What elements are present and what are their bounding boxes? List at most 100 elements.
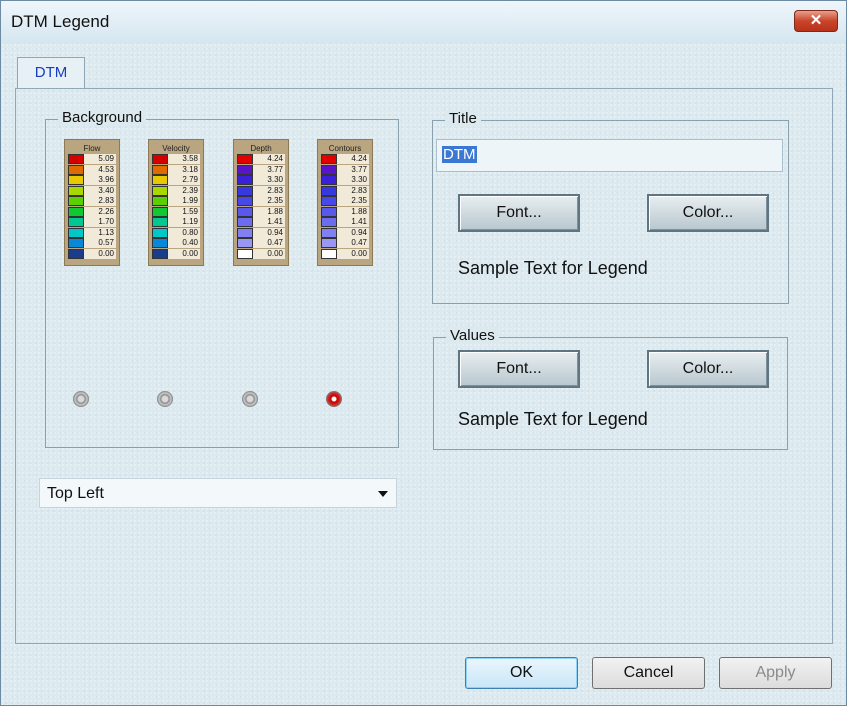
legend-swatch [152, 164, 168, 175]
legend-preview-row: 3.77 [321, 164, 369, 176]
legend-swatch [152, 227, 168, 238]
legend-preview-row: 2.39 [152, 185, 200, 197]
legend-value: 0.80 [168, 227, 200, 238]
legend-swatch [152, 238, 168, 249]
legend-value: 1.70 [84, 217, 116, 228]
legend-swatch [68, 238, 84, 249]
legend-radio-flow[interactable] [73, 391, 89, 407]
legend-radio-depth[interactable] [242, 391, 258, 407]
legend-value: 2.83 [84, 196, 116, 207]
legend-preview-row: 1.41 [321, 217, 369, 228]
legend-preview-row: 0.94 [237, 227, 285, 239]
ok-button-label: OK [509, 664, 534, 681]
legend-value: 3.77 [337, 164, 369, 175]
legend-preview-row: 4.24 [321, 154, 369, 165]
legend-preview-row: 0.57 [68, 238, 116, 249]
apply-button-label: Apply [755, 664, 796, 681]
legend-swatch [68, 175, 84, 186]
legend-preview-row: 0.40 [152, 238, 200, 249]
values-font-button-label: Font... [496, 360, 542, 377]
legend-preview-row: 2.83 [237, 185, 285, 197]
legend-value: 4.24 [253, 154, 285, 165]
ok-button[interactable]: OK [465, 657, 578, 689]
legend-swatch [152, 175, 168, 186]
apply-button[interactable]: Apply [719, 657, 832, 689]
legend-swatch [68, 227, 84, 238]
legend-preview-row: 3.40 [68, 185, 116, 197]
legend-swatch [152, 248, 168, 259]
legend-value: 2.83 [337, 185, 369, 196]
legend-swatch [237, 238, 253, 249]
legend-value: 1.99 [168, 196, 200, 207]
title-input-value: DTM [442, 146, 477, 163]
tab-label: DTM [34, 64, 68, 81]
values-sample-text: Sample Text for Legend [458, 409, 648, 429]
legend-swatch [68, 164, 84, 175]
title-color-button[interactable]: Color... [647, 194, 769, 232]
legend-value: 3.18 [168, 164, 200, 175]
legend-swatch [237, 248, 253, 259]
close-button[interactable]: ✕ [794, 10, 838, 32]
legend-value: 0.47 [253, 238, 285, 249]
legend-swatch [321, 206, 337, 217]
legend-value: 5.09 [84, 154, 116, 165]
legend-position-select[interactable]: Top Left [39, 478, 397, 508]
title-font-button-label: Font... [496, 204, 542, 221]
legend-value: 1.41 [253, 217, 285, 228]
legend-swatch [152, 185, 168, 196]
title-bar: DTM Legend ✕ [1, 1, 846, 44]
legend-swatch [237, 206, 253, 217]
legend-preview-row: 1.88 [321, 206, 369, 218]
title-font-button[interactable]: Font... [458, 194, 580, 232]
legend-preview-row: 2.35 [321, 196, 369, 207]
legend-preview-row: 0.47 [321, 238, 369, 249]
legend-preview-row: 0.00 [152, 248, 200, 260]
legend-preview-row: 3.77 [237, 164, 285, 176]
title-color-button-label: Color... [682, 204, 734, 221]
tab-dtm[interactable]: DTM [17, 57, 85, 89]
legend-swatch [321, 196, 337, 207]
title-input[interactable]: DTM [436, 139, 783, 172]
legend-value: 3.58 [168, 154, 200, 165]
legend-swatch [321, 217, 337, 228]
legend-value: 3.30 [253, 175, 285, 186]
legend-preview-row: 3.18 [152, 164, 200, 176]
legend-swatch [152, 154, 168, 165]
legend-swatch [321, 164, 337, 175]
legend-swatch [152, 196, 168, 207]
legend-preview-row: 1.19 [152, 217, 200, 228]
legend-value: 0.40 [168, 238, 200, 249]
legend-preview-row: 3.58 [152, 154, 200, 165]
legend-preview-row: 2.35 [237, 196, 285, 207]
legend-preview-row: 1.59 [152, 206, 200, 218]
legend-preview-row: 3.30 [321, 175, 369, 186]
legend-swatch [237, 227, 253, 238]
values-color-button-label: Color... [682, 360, 734, 377]
title-group-label: Title [445, 110, 481, 127]
values-group-label: Values [446, 327, 499, 344]
legend-preview-row: 0.00 [321, 248, 369, 260]
legend-preview-row: 2.83 [321, 185, 369, 197]
cancel-button[interactable]: Cancel [592, 657, 705, 689]
legend-preview-row: 5.09 [68, 154, 116, 165]
legend-value: 1.88 [337, 206, 369, 217]
legend-swatch [152, 217, 168, 228]
legend-value: 1.59 [168, 206, 200, 217]
legend-swatch [68, 206, 84, 217]
legend-preview-title: Velocity [162, 144, 190, 153]
chevron-down-icon [378, 491, 388, 497]
values-color-button[interactable]: Color... [647, 350, 769, 388]
legend-swatch [237, 164, 253, 175]
legend-swatch [237, 154, 253, 165]
legend-value: 1.19 [168, 217, 200, 228]
legend-radio-velocity[interactable] [157, 391, 173, 407]
legend-value: 0.47 [337, 238, 369, 249]
legend-preview-row: 0.00 [68, 248, 116, 260]
legend-radio-contours[interactable] [326, 391, 342, 407]
legend-swatch [237, 185, 253, 196]
values-font-button[interactable]: Font... [458, 350, 580, 388]
legend-preview-row: 0.80 [152, 227, 200, 239]
legend-value: 2.39 [168, 185, 200, 196]
legend-preview-velocity: Velocity 3.58 3.18 2.79 2.39 1.99 1.59 1.19 0.80… [148, 139, 204, 266]
legend-preview-row: 1.13 [68, 227, 116, 239]
